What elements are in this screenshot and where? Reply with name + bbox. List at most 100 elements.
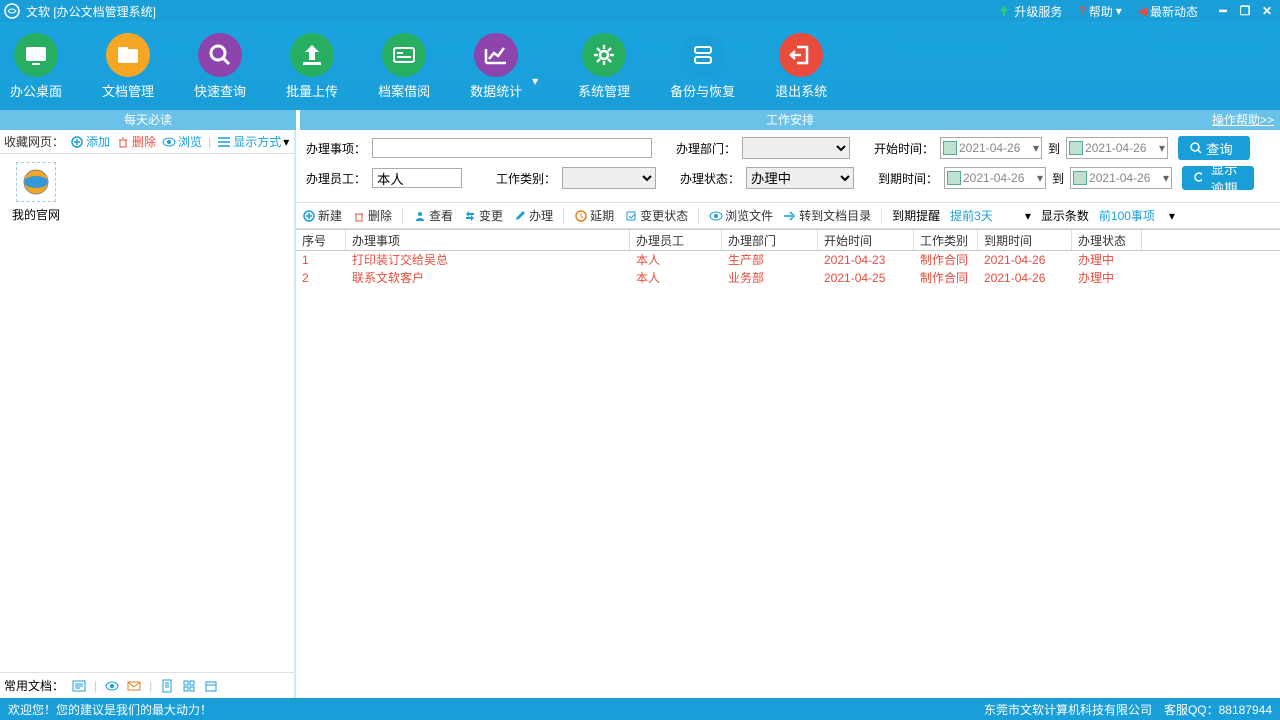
change-button[interactable]: 变更 [463, 207, 503, 224]
calendar-icon[interactable] [204, 679, 218, 693]
start-date-label: 开始时间： [872, 140, 934, 157]
statusbar: 欢迎您！您的建议是我们的最大动力！ 东莞市文软计算机科技有限公司 客服QQ：88… [0, 698, 1280, 720]
status-select[interactable]: 办理中 [746, 167, 854, 189]
dropdown-icon: ▾ [1037, 171, 1043, 185]
col-start[interactable]: 开始时间 [818, 230, 914, 250]
ribbon-upload[interactable]: 批量上传 [286, 33, 338, 100]
col-due[interactable]: 到期时间 [978, 230, 1072, 250]
query-button[interactable]: 查询 [1178, 136, 1250, 160]
pencil-icon [513, 209, 527, 223]
flag-icon: ◀ [1138, 4, 1147, 18]
dropdown-icon[interactable]: ▾ [532, 74, 538, 88]
help-link[interactable]: ? 帮助 ▾ [1078, 3, 1121, 20]
trash-icon [352, 209, 366, 223]
row-count-select[interactable]: 前100事项▾ [1099, 207, 1175, 224]
ribbon-folder[interactable]: 文档管理 [102, 33, 154, 100]
dropdown-icon: ▾ [1033, 141, 1039, 155]
news-link[interactable]: ◀ 最新动态 [1138, 3, 1198, 20]
grid-icon[interactable] [182, 679, 196, 693]
col-emp[interactable]: 办理员工 [630, 230, 722, 250]
upgrade-link[interactable]: 升级服务 [997, 3, 1062, 20]
eye-icon [709, 209, 723, 223]
calendar-icon [943, 141, 957, 155]
ribbon-exit[interactable]: 退出系统 [775, 33, 827, 100]
main-area: 收藏网页： 添加 删除 浏览 | 显示方式 ▾ [0, 130, 1280, 698]
maximize-button[interactable]: ❐ [1236, 2, 1254, 20]
operation-help-link[interactable]: 操作帮助>> [1212, 110, 1274, 130]
dropdown-icon: ▾ [1163, 171, 1169, 185]
exit-icon [779, 33, 823, 77]
right-section-header: 工作安排 操作帮助>> [300, 110, 1280, 130]
cat-select[interactable] [562, 167, 656, 189]
table-row[interactable]: 2联系文软客户本人业务部2021-04-25制作合同2021-04-26办理中 [296, 269, 1280, 287]
browse-file-button[interactable]: 浏览文件 [709, 207, 773, 224]
eye-icon[interactable] [105, 679, 119, 693]
due-date-from[interactable]: 2021-04-26▾ [944, 167, 1046, 189]
ribbon-desktop[interactable]: 办公桌面 [10, 33, 62, 100]
due-date-to[interactable]: 2021-04-26▾ [1070, 167, 1172, 189]
company-text: 东莞市文软计算机科技有限公司 客服QQ：88187944 [984, 701, 1272, 718]
favorites-label: 收藏网页： [4, 133, 64, 150]
browse-favorite-button[interactable]: 浏览 [162, 133, 202, 150]
right-panel: 办理事项： 办理部门： 开始时间： 2021-04-26▾ 到 2021-04-… [296, 130, 1280, 698]
upgrade-icon [997, 4, 1011, 18]
close-button[interactable]: ✕ [1258, 2, 1276, 20]
upload-icon [290, 33, 334, 77]
dropdown-icon: ▾ [1159, 141, 1165, 155]
person-icon [413, 209, 427, 223]
ribbon-search[interactable]: 快速查询 [194, 33, 246, 100]
left-section-header: 每天必读 [0, 110, 296, 130]
process-button[interactable]: 办理 [513, 207, 553, 224]
ribbon-card[interactable]: 档案借阅 [378, 33, 430, 100]
mail-icon[interactable] [127, 679, 141, 693]
calendar-icon [947, 171, 961, 185]
emp-label: 办理员工： [304, 170, 366, 187]
view-button[interactable]: 查看 [413, 207, 453, 224]
col-task[interactable]: 办理事项 [346, 230, 630, 250]
dropdown-icon: ▾ [1169, 209, 1175, 223]
minimize-button[interactable]: ━ [1214, 2, 1232, 20]
favorite-shortcut[interactable]: 我的官网 [8, 162, 64, 223]
delete-button[interactable]: 删除 [352, 207, 392, 224]
table-row[interactable]: 1打印装订交给吴总本人生产部2021-04-23制作合同2021-04-26办理… [296, 251, 1280, 269]
change-status-button[interactable]: 变更状态 [624, 207, 688, 224]
ribbon-toolbar: 办公桌面文档管理快速查询批量上传档案借阅数据统计 ▾ 系统管理备份与恢复退出系统 [0, 22, 1280, 110]
gear-icon [582, 33, 626, 77]
col-cat[interactable]: 工作类别 [914, 230, 978, 250]
folder-icon [106, 33, 150, 77]
show-overdue-button[interactable]: 显示逾期 [1182, 166, 1254, 190]
dept-select[interactable] [742, 137, 850, 159]
page-icon[interactable] [160, 679, 174, 693]
doc-icon[interactable] [72, 679, 86, 693]
ribbon-backup[interactable]: 备份与恢复 [670, 33, 735, 100]
start-date-to[interactable]: 2021-04-26▾ [1066, 137, 1168, 159]
list-icon [217, 135, 231, 149]
table-header: 序号 办理事项 办理员工 办理部门 开始时间 工作类别 到期时间 办理状态 [296, 229, 1280, 251]
delete-favorite-button[interactable]: 删除 [116, 133, 156, 150]
eye-icon [162, 135, 176, 149]
status-label: 办理状态： [678, 170, 740, 187]
titlebar: 文软 [办公文档管理系统] 升级服务 ? 帮助 ▾ ◀ 最新动态 ━ ❐ ✕ [0, 0, 1280, 22]
col-seq[interactable]: 序号 [296, 230, 346, 250]
remind-days-select[interactable]: 提前3天▾ [950, 207, 1031, 224]
action-bar: 新建 删除 查看 变更 办理 延期 变更状态 浏览文件 转到文档目录 到期提醒 … [296, 203, 1280, 229]
filter-panel: 办理事项： 办理部门： 开始时间： 2021-04-26▾ 到 2021-04-… [296, 130, 1280, 203]
section-headers: 每天必读 工作安排 操作帮助>> [0, 110, 1280, 130]
col-stat[interactable]: 办理状态 [1072, 230, 1142, 250]
ribbon-gear[interactable]: 系统管理 [578, 33, 630, 100]
app-logo-icon [4, 3, 20, 19]
display-mode-button[interactable]: 显示方式 ▾ [217, 133, 289, 150]
goto-dir-button[interactable]: 转到文档目录 [783, 207, 871, 224]
dropdown-icon: ▾ [1025, 209, 1031, 223]
col-dept[interactable]: 办理部门 [722, 230, 818, 250]
extend-button[interactable]: 延期 [574, 207, 614, 224]
emp-input[interactable] [372, 168, 462, 188]
new-button[interactable]: 新建 [302, 207, 342, 224]
ribbon-chart[interactable]: 数据统计 [470, 33, 522, 100]
dept-label: 办理部门： [674, 140, 736, 157]
start-date-from[interactable]: 2021-04-26▾ [940, 137, 1042, 159]
add-favorite-button[interactable]: 添加 [70, 133, 110, 150]
calendar-icon [1069, 141, 1083, 155]
task-input[interactable] [372, 138, 652, 158]
backup-icon [681, 33, 725, 77]
